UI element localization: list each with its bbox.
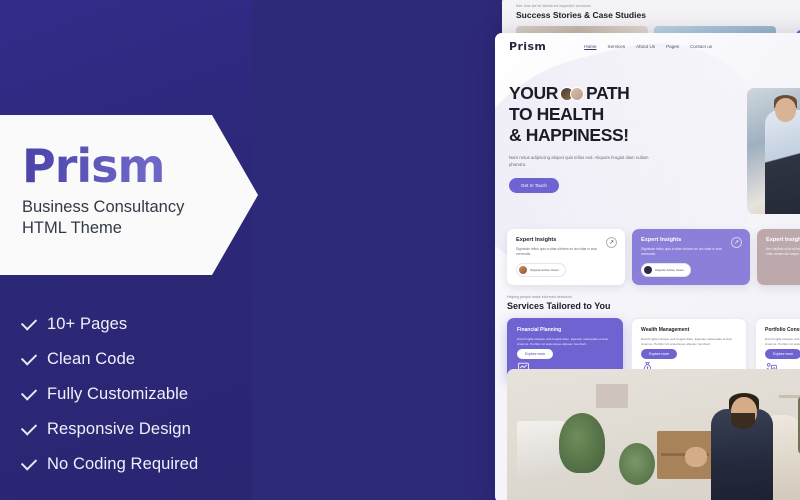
case-studies-heading: Success Stories & Case Studies — [516, 10, 646, 20]
insight-title: Expert Insights — [641, 237, 682, 243]
photo-plant — [619, 443, 655, 485]
hero-section: YOUR PATH TO HEALTH & HAPPINESS! Nam netu… — [509, 83, 699, 194]
title-card: Prism Business Consultancy HTML Theme — [0, 115, 258, 275]
photo-person-hand — [685, 447, 707, 467]
site-navbar: Prism Home Services About Us Pages Conta… — [495, 33, 800, 59]
services-section: Helping people make informed decisions S… — [507, 295, 800, 380]
hero-avatar-group — [559, 87, 584, 102]
service-explore-button[interactable]: Explore more — [765, 349, 800, 359]
feature-label: Responsive Design — [47, 419, 191, 438]
nav-item-about-us[interactable]: About Us — [636, 44, 655, 49]
photo-plant — [559, 413, 605, 473]
photo-person-beard — [731, 413, 755, 429]
case-studies-eyebrow: See how we've delivered impactful soluti… — [516, 4, 591, 8]
services-heading: Services Tailored to You — [507, 301, 611, 311]
hero-line-3: & HAPPINESS! — [509, 125, 629, 145]
insight-text: Dignissim tellus quis a vitae ultricies … — [641, 247, 723, 257]
feature-label: No Coding Required — [47, 454, 199, 473]
service-explore-button[interactable]: Explore more — [517, 349, 554, 359]
nav-item-pages[interactable]: Pages — [666, 44, 679, 49]
nav-links: Home Services About Us Pages Contact us — [584, 44, 712, 49]
insight-tag: Organic Active Users — [516, 263, 566, 277]
product-name: Prism — [22, 143, 236, 189]
check-icon — [20, 348, 38, 366]
insight-title: Expert Insights — [766, 237, 800, 243]
hero-line-1a: YOUR — [509, 83, 558, 103]
insight-text: Nec facilisis sit at sit lectus. Vitae p… — [766, 247, 800, 257]
service-title: Wealth Management — [641, 327, 690, 333]
feature-list-item: Responsive Design — [20, 415, 237, 443]
service-title: Financial Planning — [517, 327, 562, 333]
feature-list-item: Fully Customizable — [20, 380, 237, 408]
check-icon — [20, 313, 38, 331]
feature-list-item: 10+ Pages — [20, 310, 237, 338]
subtitle-line-2: HTML Theme — [22, 219, 122, 238]
nav-item-home[interactable]: Home — [584, 44, 596, 49]
theme-preview-area: See how we've delivered impactful soluti… — [240, 0, 800, 500]
homepage-preview[interactable]: Prism Home Services About Us Pages Conta… — [495, 33, 800, 500]
expert-insight-card[interactable]: Expert Insights Dignissim tellus quis a … — [507, 229, 625, 285]
photo-picture-frame — [595, 383, 629, 409]
services-eyebrow: Helping people make informed decisions — [507, 295, 572, 299]
service-text: Erat fringilla tristique velit feugiat d… — [765, 337, 800, 347]
office-interview-photo — [507, 369, 800, 500]
service-title: Portfolio Consulting — [765, 327, 800, 333]
hero-line-2: TO HEALTH — [509, 104, 604, 124]
get-in-touch-button[interactable]: Get In Touch — [509, 178, 559, 194]
insight-tag-label: Organic Active Users — [655, 268, 684, 272]
service-text: Erat fringilla tristique velit feugiat d… — [517, 337, 608, 347]
nav-item-contact-us[interactable]: Contact us — [690, 44, 712, 49]
product-subtitle: Business Consultancy HTML Theme — [22, 197, 236, 239]
feature-label: Clean Code — [47, 349, 136, 368]
hero-photo — [747, 88, 800, 214]
check-icon — [20, 418, 38, 436]
feature-list-item: No Coding Required — [20, 450, 237, 478]
hero-headline: YOUR PATH TO HEALTH & HAPPINESS! — [509, 83, 699, 146]
avatar — [644, 266, 652, 274]
arrow-up-right-icon[interactable]: ↗ — [606, 237, 617, 248]
arrow-up-right-icon[interactable]: ↗ — [731, 237, 742, 248]
photo-person-head — [775, 98, 796, 122]
check-icon — [20, 383, 38, 401]
site-logo[interactable]: Prism — [509, 40, 546, 53]
photo-clothes-rail — [779, 395, 800, 398]
service-explore-button[interactable]: Explore more — [641, 349, 678, 359]
promo-banner: See how we've delivered impactful soluti… — [0, 0, 800, 500]
nav-item-services[interactable]: Services — [608, 44, 626, 49]
insight-title: Expert Insights — [516, 237, 557, 243]
feature-label: Fully Customizable — [47, 384, 189, 403]
check-icon — [20, 453, 38, 471]
expert-insight-card[interactable]: Expert Insights Dignissim tellus quis a … — [632, 229, 750, 285]
feature-list: 10+ Pages Clean Code Fully Customizable … — [20, 310, 237, 485]
feature-label: 10+ Pages — [47, 314, 128, 333]
insight-tag: Organic Active Users — [641, 263, 691, 277]
hero-line-1b: PATH — [585, 83, 630, 103]
subtitle-line-1: Business Consultancy — [22, 198, 185, 216]
photo-monitor — [517, 421, 565, 479]
service-text: Erat fringilla tristique velit feugiat d… — [641, 337, 732, 347]
avatar — [569, 87, 584, 102]
expert-insights-row: Expert Insights Dignissim tellus quis a … — [507, 229, 800, 285]
photo-person — [765, 110, 800, 214]
insight-tag-label: Organic Active Users — [530, 268, 559, 272]
expert-insight-card[interactable]: Expert Insights Nec facilisis sit at sit… — [757, 229, 800, 285]
insight-text: Dignissim tellus quis a vitae ultricies … — [516, 247, 598, 257]
hero-paragraph: Nam netus adipiscing aliquet quis tellus… — [509, 155, 649, 167]
avatar — [519, 266, 527, 274]
feature-list-item: Clean Code — [20, 345, 237, 373]
